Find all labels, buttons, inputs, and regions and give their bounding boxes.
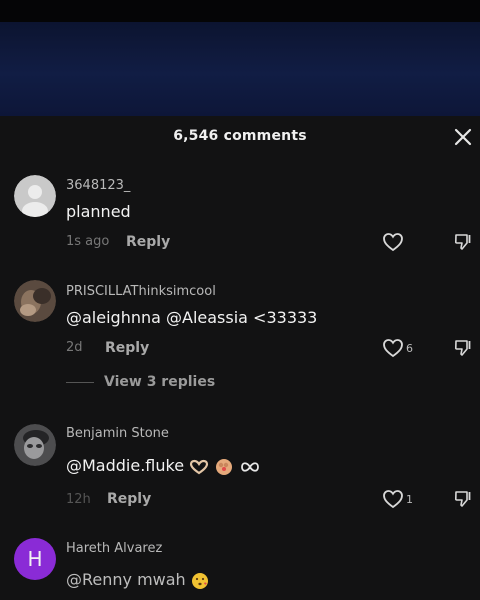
like-button[interactable] [382,232,404,252]
comment-text: @aleighnna @Aleassia <33333 [66,308,318,327]
comments-count-title: 6,546 comments [173,128,307,144]
close-icon [454,128,472,146]
comment-username[interactable]: PRISCILLAThinksimcool [66,284,216,299]
comment-mention: @Renny mwah [66,570,186,589]
view-replies-label: View 3 replies [104,374,216,390]
dislike-icon [454,491,471,507]
top-bar [0,0,480,22]
heart-icon [383,339,403,358]
like-button[interactable] [382,489,404,509]
video-preview[interactable] [0,22,480,116]
comment-text: @Renny mwah [66,570,209,590]
dislike-button[interactable] [453,338,473,358]
avatar-photo[interactable] [14,280,56,322]
comment-time: 1s ago [66,234,110,249]
dislike-button[interactable] [453,489,473,509]
dislike-button[interactable] [453,232,473,252]
comment-text: @Maddie.fluke [66,456,261,476]
comment-username[interactable]: Hareth Alvarez [66,541,162,556]
comment-username[interactable]: Benjamin Stone [66,426,169,441]
avatar-letter[interactable]: H [14,538,56,580]
replies-divider [66,381,94,383]
view-replies-button[interactable]: View 3 replies [66,374,215,390]
kissing-face-emoji-icon [191,572,208,589]
like-count: 6 [406,342,413,355]
reply-button[interactable]: Reply [105,340,149,356]
comment-text: planned [66,202,131,221]
fist-emoji-icon [216,458,233,475]
heart-icon [383,490,403,509]
comment-time: 2d [66,340,83,355]
dislike-icon [454,340,471,356]
like-count: 1 [406,493,413,506]
avatar-photo[interactable] [14,424,56,466]
infinity-emoji-icon [241,461,260,472]
reply-button[interactable]: Reply [126,234,170,250]
close-button[interactable] [450,124,476,150]
comment-mention: @Maddie.fluke [66,456,185,475]
like-button[interactable] [382,338,404,358]
dislike-icon [454,234,471,250]
comment-username[interactable]: 3648123_ [66,178,130,193]
heart-icon [383,233,403,252]
avatar-default[interactable] [14,175,56,217]
avatar-initial: H [27,547,43,571]
comment-time: 12h [66,492,91,507]
heart-hands-emoji-icon [190,459,209,474]
reply-button[interactable]: Reply [107,491,151,507]
